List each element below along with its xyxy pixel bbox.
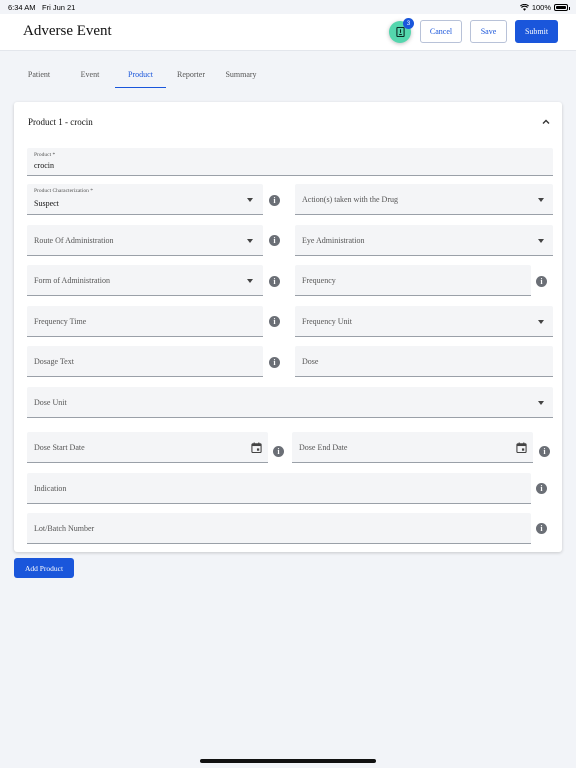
route-of-administration-select[interactable]: Route Of Administration — [27, 225, 263, 256]
frequency-unit-placeholder: Frequency Unit — [302, 317, 352, 326]
status-time: 6:34 AM — [8, 3, 36, 12]
chevron-down-icon — [247, 279, 253, 283]
actions-taken-select[interactable]: Action(s) taken with the Drug — [295, 184, 553, 215]
dose-input[interactable]: Dose — [295, 346, 553, 377]
product-characterization-select[interactable]: Product Characterization * Suspect — [27, 184, 263, 215]
tab-patient[interactable]: Patient — [14, 62, 64, 88]
submit-button[interactable]: Submit — [515, 20, 558, 43]
battery-percent: 100% — [531, 3, 551, 12]
status-bar: 6:34 AM Fri Jun 21 100% — [0, 0, 576, 14]
dosage-text-input[interactable]: Dosage Text — [27, 346, 263, 377]
dose-unit-select[interactable]: Dose Unit — [27, 387, 553, 418]
info-icon[interactable]: i — [269, 195, 280, 206]
product-card: Product 1 - crocin Product * crocin Prod… — [14, 102, 562, 552]
dose-start-date-placeholder: Dose Start Date — [34, 443, 85, 452]
frequency-unit-select[interactable]: Frequency Unit — [295, 306, 553, 337]
frequency-placeholder: Frequency — [302, 276, 336, 285]
dose-placeholder: Dose — [302, 357, 319, 366]
status-date: Fri Jun 21 — [42, 3, 76, 12]
product-value: crocin — [34, 161, 54, 170]
lot-batch-number-input[interactable]: Lot/Batch Number — [27, 513, 531, 544]
form-placeholder: Form of Administration — [34, 276, 110, 285]
info-icon[interactable]: i — [269, 316, 280, 327]
status-indicators: 100% — [519, 3, 570, 12]
notes-fab-button[interactable]: 3 — [389, 18, 414, 43]
info-icon[interactable]: i — [539, 446, 550, 457]
info-icon[interactable]: i — [269, 235, 280, 246]
info-icon[interactable]: i — [269, 357, 280, 368]
info-icon[interactable]: i — [536, 276, 547, 287]
tab-summary[interactable]: Summary — [216, 62, 266, 88]
characterization-value: Suspect — [34, 199, 59, 208]
tab-product[interactable]: Product — [115, 62, 166, 88]
product-card-title: Product 1 - crocin — [28, 117, 93, 127]
product-label: Product * — [34, 152, 56, 158]
chevron-down-icon — [247, 239, 253, 243]
home-indicator[interactable] — [200, 759, 376, 763]
calendar-icon[interactable] — [516, 442, 527, 453]
lot-batch-placeholder: Lot/Batch Number — [34, 524, 95, 533]
chevron-down-icon — [538, 320, 544, 324]
indication-placeholder: Indication — [34, 484, 67, 493]
wifi-icon — [519, 4, 529, 11]
frequency-time-placeholder: Frequency Time — [34, 317, 87, 326]
calendar-icon[interactable] — [251, 442, 262, 453]
page-title: Adverse Event — [23, 23, 112, 39]
product-field[interactable]: Product * crocin — [27, 148, 553, 176]
chevron-down-icon — [538, 401, 544, 405]
info-icon[interactable]: i — [536, 483, 547, 494]
frequency-time-input[interactable]: Frequency Time — [27, 306, 263, 337]
chevron-down-icon — [538, 239, 544, 243]
frequency-input[interactable]: Frequency — [295, 265, 531, 296]
save-button[interactable]: Save — [470, 20, 507, 43]
form-of-administration-select[interactable]: Form of Administration — [27, 265, 263, 296]
cancel-button[interactable]: Cancel — [420, 20, 462, 43]
document-icon — [395, 27, 405, 37]
dosage-text-placeholder: Dosage Text — [34, 357, 74, 366]
route-placeholder: Route Of Administration — [34, 236, 114, 245]
eye-administration-select[interactable]: Eye Administration — [295, 225, 553, 256]
dose-unit-placeholder: Dose Unit — [34, 398, 67, 407]
info-icon[interactable]: i — [536, 523, 547, 534]
indication-input[interactable]: Indication — [27, 473, 531, 504]
info-icon[interactable]: i — [269, 276, 280, 287]
tab-event[interactable]: Event — [66, 62, 114, 88]
notification-badge: 3 — [403, 18, 414, 29]
characterization-label: Product Characterization * — [34, 188, 93, 194]
app-header: Adverse Event 3 Cancel Save Submit — [0, 14, 576, 51]
actions-taken-placeholder: Action(s) taken with the Drug — [302, 195, 398, 204]
dose-end-date-input[interactable]: Dose End Date — [292, 432, 533, 463]
battery-icon — [554, 4, 570, 11]
eye-placeholder: Eye Administration — [302, 236, 365, 245]
tab-reporter[interactable]: Reporter — [168, 62, 214, 88]
dose-end-date-placeholder: Dose End Date — [299, 443, 348, 452]
dose-start-date-input[interactable]: Dose Start Date — [27, 432, 268, 463]
chevron-down-icon — [247, 198, 253, 202]
chevron-down-icon — [538, 198, 544, 202]
chevron-up-icon[interactable] — [541, 117, 551, 127]
info-icon[interactable]: i — [273, 446, 284, 457]
add-product-button[interactable]: Add Product — [14, 558, 74, 578]
